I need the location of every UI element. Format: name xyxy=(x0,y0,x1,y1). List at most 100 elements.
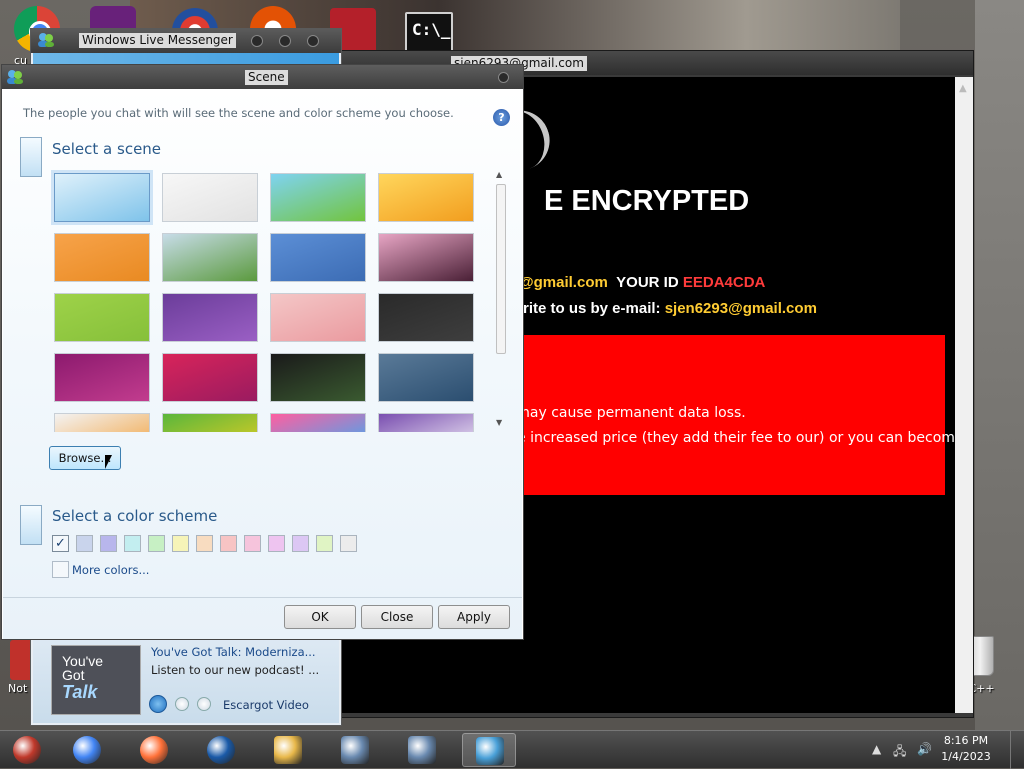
write-to-text: rite to us by e-mail: xyxy=(523,300,661,317)
ok-button[interactable]: OK xyxy=(284,605,356,629)
scene-thumbnail-red-dots[interactable] xyxy=(162,353,258,402)
thumb-text: You've Got xyxy=(62,654,103,682)
taskbar-button[interactable] xyxy=(0,733,54,767)
victim-id: EEDA4CDA xyxy=(682,274,766,291)
scrollbar-thumb[interactable] xyxy=(496,184,506,354)
scene-thumbnail-sky-blue[interactable] xyxy=(54,173,150,222)
help-icon[interactable]: ? xyxy=(493,109,510,126)
more-colors-link[interactable]: More colors... xyxy=(72,563,149,577)
file-explorer-icon xyxy=(274,736,302,764)
taskbar-button[interactable] xyxy=(127,733,181,767)
more-colors-swatch[interactable] xyxy=(52,561,69,578)
volume-icon[interactable]: 🔊 xyxy=(917,742,932,756)
previous-icon[interactable] xyxy=(175,697,189,711)
play-icon[interactable] xyxy=(149,695,167,713)
scene-thumbnail-pink-blossom[interactable] xyxy=(270,293,366,342)
scene-thumbnail-palm-leaves[interactable] xyxy=(162,413,258,432)
scroll-up-icon[interactable]: ▲ xyxy=(959,83,967,94)
scene-intro-text: The people you chat with will see the sc… xyxy=(23,106,454,120)
desktop-icon-label: Not xyxy=(8,682,28,695)
maximize-icon[interactable] xyxy=(279,35,291,47)
taskbar-button[interactable] xyxy=(395,733,449,767)
color-swatch[interactable] xyxy=(76,535,93,552)
scene-thumbnail-field-windmill[interactable] xyxy=(162,233,258,282)
scene-thumbnail-purple-character[interactable] xyxy=(378,413,474,432)
thumb-line: Got xyxy=(62,667,85,683)
scene-thumbnail-orange-grass[interactable] xyxy=(54,233,150,282)
scene-thumbnail-white-orange[interactable] xyxy=(54,413,150,432)
scene-thumbnail-purple-swirls[interactable] xyxy=(162,293,258,342)
taskbar-button[interactable] xyxy=(60,733,114,767)
chrome-alt-icon xyxy=(13,736,41,764)
show-hidden-icons-icon[interactable]: ▲ xyxy=(872,742,881,756)
scene-scrollbar[interactable]: ▲ ▼ xyxy=(493,168,509,430)
color-swatch[interactable] xyxy=(196,535,213,552)
taskbar-button[interactable] xyxy=(261,733,315,767)
messenger-ad-panel: You've Got Talk You've Got Talk: Moderni… xyxy=(33,631,339,723)
apply-button[interactable]: Apply xyxy=(438,605,510,629)
scene-thumbnail-green-dots[interactable] xyxy=(54,293,150,342)
scene-dialog: Scene The people you chat with will see … xyxy=(1,64,524,640)
color-swatch[interactable] xyxy=(244,535,261,552)
id-label: YOUR ID xyxy=(616,274,679,291)
color-section-icon xyxy=(20,505,42,545)
scene-thumbnail-pink-pattern[interactable] xyxy=(378,233,474,282)
scroll-down-icon[interactable]: ▼ xyxy=(496,418,502,427)
color-swatch[interactable] xyxy=(340,535,357,552)
close-icon[interactable] xyxy=(498,72,509,83)
warning-line: nay cause permanent data loss. xyxy=(521,405,746,421)
next-icon[interactable] xyxy=(197,697,211,711)
messenger-people-icon xyxy=(7,70,23,84)
color-swatch[interactable] xyxy=(292,535,309,552)
color-swatch[interactable]: ✓ xyxy=(52,535,69,552)
network-icon[interactable]: 🖧 xyxy=(893,742,906,763)
podcast-thumbnail[interactable]: You've Got Talk xyxy=(51,645,141,715)
color-swatch[interactable] xyxy=(220,535,237,552)
scene-thumbnail-ocean-plane[interactable] xyxy=(378,353,474,402)
clock-time: 8:16 PM xyxy=(943,734,989,747)
footer-divider xyxy=(3,597,522,598)
color-swatch[interactable] xyxy=(172,535,189,552)
command-prompt-desktop-icon[interactable]: C:\_ xyxy=(405,12,453,52)
clock-date: 1/4/2023 xyxy=(941,750,991,763)
taskbar-button[interactable] xyxy=(328,733,382,767)
clock[interactable]: 8:16 PM 1/4/2023 xyxy=(938,733,994,765)
taskbar-button[interactable] xyxy=(462,733,516,767)
podcast-title-link[interactable]: You've Got Talk: Moderniza... xyxy=(151,645,316,659)
podcast-subtitle: Listen to our new podcast! ... xyxy=(151,663,320,677)
scene-thumbnail-dark-shapes[interactable] xyxy=(378,293,474,342)
scene-thumbnail-white-clouds[interactable] xyxy=(162,173,258,222)
contact-email: @gmail.com xyxy=(519,274,608,291)
contact-line: @gmail.com YOUR ID EEDA4CDA xyxy=(519,274,765,291)
scene-thumbnail-green-hills[interactable] xyxy=(270,173,366,222)
close-icon[interactable] xyxy=(307,35,319,47)
chrome-icon xyxy=(73,736,101,764)
messenger-people-icon xyxy=(38,33,54,47)
messenger-titlebar[interactable]: Windows Live Messenger xyxy=(31,29,341,53)
color-swatch[interactable] xyxy=(148,535,165,552)
scene-thumbnail-blue-mountains[interactable] xyxy=(270,233,366,282)
scene-thumbnail-colorful-pattern[interactable] xyxy=(270,413,366,432)
color-swatch[interactable] xyxy=(268,535,285,552)
scene-thumbnail-dark-green-light[interactable] xyxy=(270,353,366,402)
scene-section-icon xyxy=(20,137,42,177)
ransom-scrollbar[interactable]: ▲ xyxy=(955,77,973,713)
color-swatch[interactable] xyxy=(124,535,141,552)
show-desktop-button[interactable] xyxy=(1010,731,1024,769)
close-button[interactable]: Close xyxy=(361,605,433,629)
scene-thumbnail-orange-tree[interactable] xyxy=(378,173,474,222)
scroll-up-icon[interactable]: ▲ xyxy=(496,170,502,179)
color-swatch[interactable] xyxy=(316,535,333,552)
firefox-icon xyxy=(140,736,168,764)
scene-thumbnail-magenta-flower[interactable] xyxy=(54,353,150,402)
scene-title: Scene xyxy=(245,70,288,85)
color-swatch[interactable] xyxy=(100,535,117,552)
scene-titlebar[interactable]: Scene xyxy=(2,65,523,89)
minimize-icon[interactable] xyxy=(251,35,263,47)
taskbar-button[interactable] xyxy=(194,733,248,767)
scene-body: The people you chat with will see the sc… xyxy=(3,89,522,639)
write-to-line: rite to us by e-mail: sjen6293@gmail.com xyxy=(523,300,817,317)
scene-grid xyxy=(49,168,489,432)
warning-box: nay cause permanent data loss. e increas… xyxy=(511,335,955,495)
media-source-label: Escargot Video xyxy=(223,698,309,712)
